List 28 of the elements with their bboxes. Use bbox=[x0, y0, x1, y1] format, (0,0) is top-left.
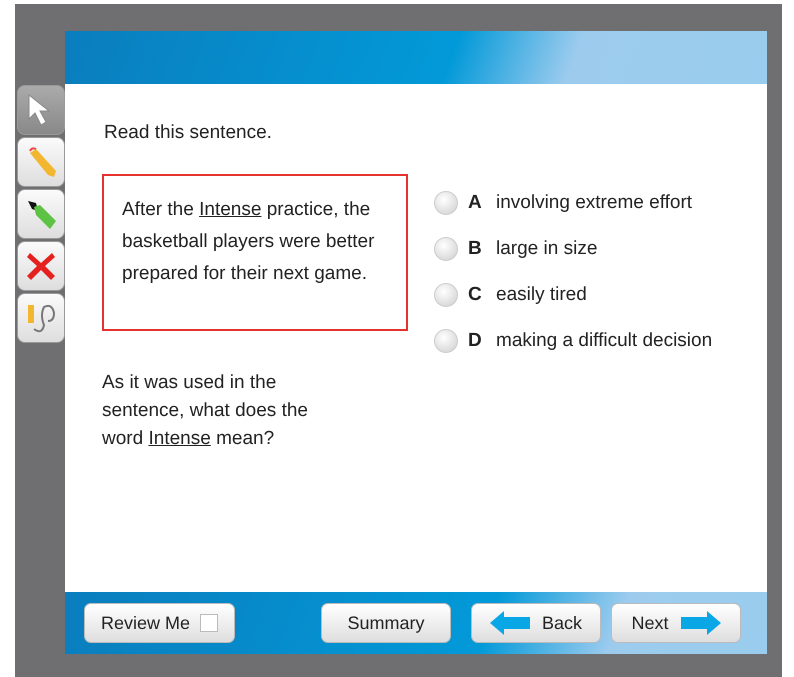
option-letter: D bbox=[468, 330, 483, 352]
option-letter: C bbox=[468, 284, 483, 306]
instruction-text: Read this sentence. bbox=[104, 122, 273, 144]
next-button[interactable]: Next bbox=[611, 603, 741, 643]
pointer-tool-button[interactable] bbox=[17, 85, 65, 135]
radio-button[interactable] bbox=[434, 329, 458, 353]
option-text: easily tired bbox=[496, 284, 587, 306]
question-text: As it was used in the sentence, what does the word Intense mean? bbox=[102, 371, 309, 451]
back-button[interactable]: Back bbox=[471, 603, 601, 643]
option-text: large in size bbox=[496, 238, 598, 260]
option-text: involving extreme effort bbox=[496, 192, 692, 214]
radio-button[interactable] bbox=[434, 283, 458, 307]
left-arrow-icon bbox=[490, 611, 532, 635]
review-me-button[interactable]: Review Me bbox=[84, 603, 235, 643]
option-text: making a difficult decision bbox=[496, 330, 712, 352]
option-letter: A bbox=[468, 192, 483, 214]
radio-button[interactable] bbox=[434, 237, 458, 261]
radio-button[interactable] bbox=[434, 191, 458, 215]
review-checkbox[interactable] bbox=[200, 614, 218, 632]
eliminate-tool-button[interactable] bbox=[17, 241, 65, 291]
passage-box: After the Intense practice, the basketball players were better prepared for their next game. bbox=[102, 174, 408, 331]
option-letter: B bbox=[468, 238, 483, 260]
summary-button[interactable]: Summary bbox=[321, 603, 451, 643]
highlighter-tool-button[interactable] bbox=[17, 189, 65, 239]
right-arrow-icon bbox=[678, 611, 720, 635]
eraser-tool-button[interactable] bbox=[17, 293, 65, 343]
pencil-tool-button[interactable] bbox=[17, 137, 65, 187]
x-icon bbox=[26, 250, 56, 282]
